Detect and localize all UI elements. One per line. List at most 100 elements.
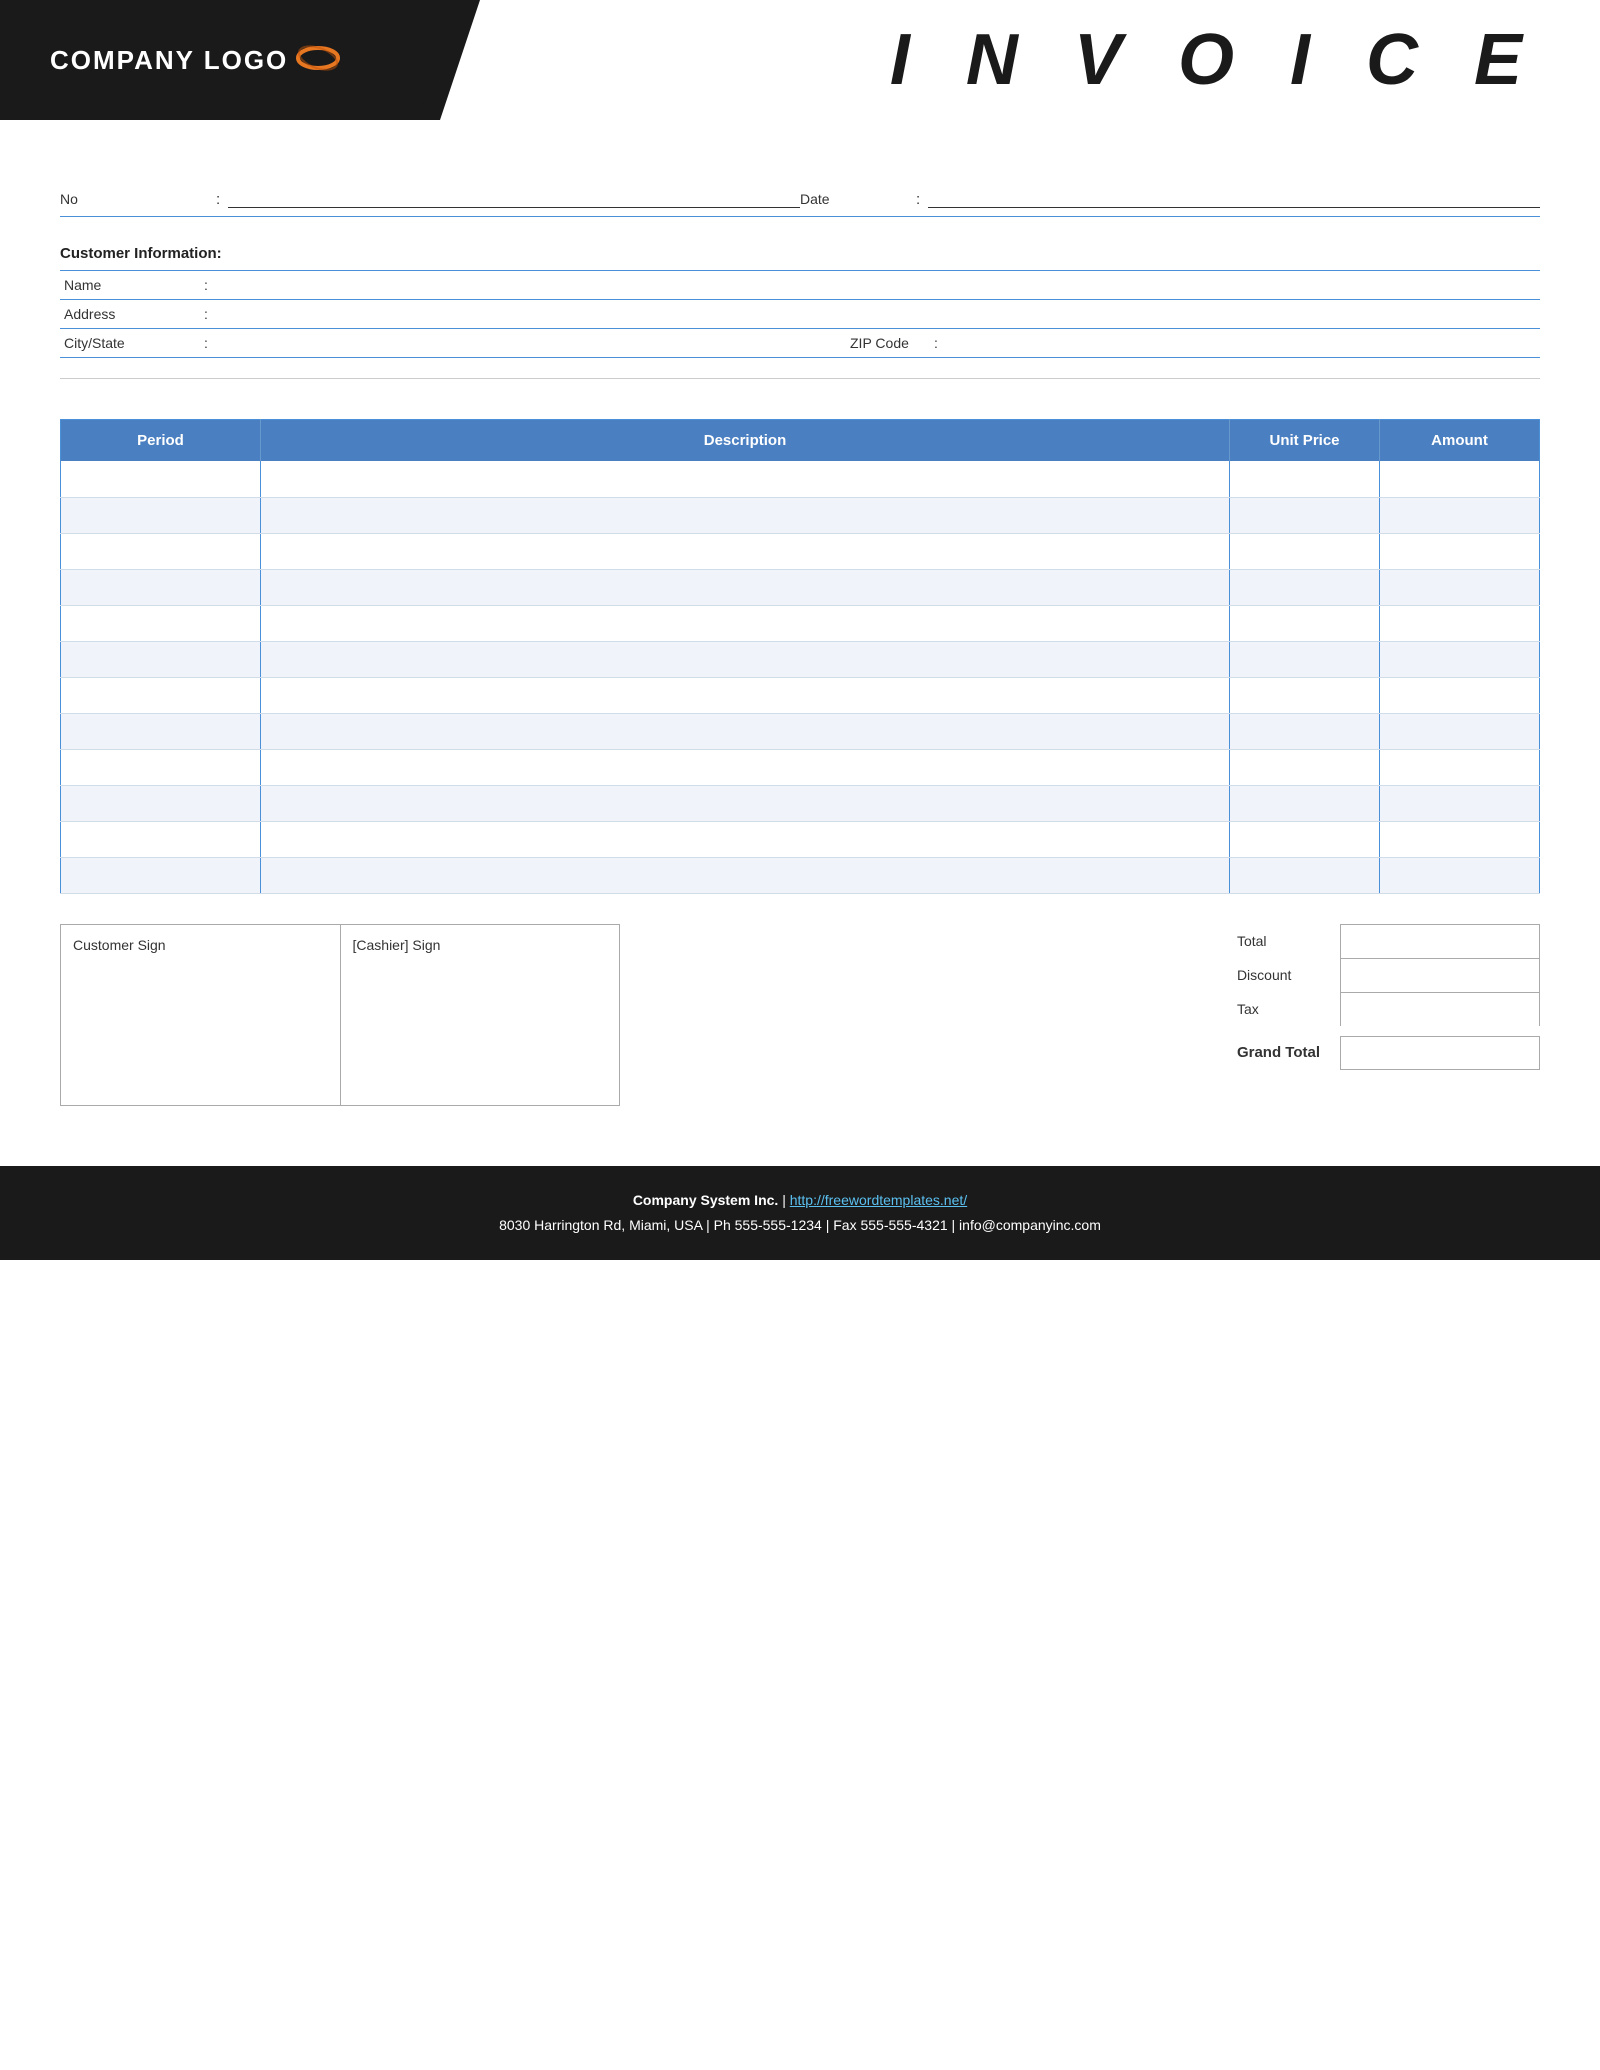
city-label: City/State (60, 329, 200, 358)
table-row (61, 569, 1540, 605)
cell-description-3 (261, 569, 1230, 605)
customer-separator (60, 378, 1540, 379)
header: COMPANY LOGO I N V O I C E (0, 0, 1600, 120)
cell-unit_price-11 (1230, 857, 1380, 893)
cell-unit_price-2 (1230, 533, 1380, 569)
cell-description-7 (261, 713, 1230, 749)
cell-unit_price-6 (1230, 677, 1380, 713)
cell-description-8 (261, 749, 1230, 785)
cell-amount-5 (1380, 641, 1540, 677)
cashier-sign-box: [Cashier] Sign (341, 925, 620, 1105)
cell-unit_price-4 (1230, 605, 1380, 641)
items-section: Period Description Unit Price Amount (60, 419, 1540, 894)
customer-section-title: Customer Information: (60, 245, 1540, 262)
cell-description-10 (261, 821, 1230, 857)
cell-description-1 (261, 497, 1230, 533)
cell-amount-1 (1380, 497, 1540, 533)
bottom-section: Customer Sign [Cashier] Sign Total Disco… (60, 924, 1540, 1106)
cell-amount-6 (1380, 677, 1540, 713)
col-period-header: Period (61, 420, 261, 462)
cell-amount-9 (1380, 785, 1540, 821)
company-logo-text: COMPANY LOGO (50, 45, 288, 76)
grand-total-label-row: Grand Total (1237, 1036, 1320, 1070)
discount-label-row: Discount (1237, 958, 1320, 992)
total-value-box (1340, 924, 1540, 958)
top-fields: No : Date : (60, 190, 1540, 217)
date-colon: : (916, 191, 920, 208)
cell-period-2 (61, 533, 261, 569)
customer-city-row: City/State : ZIP Code : (60, 329, 1540, 358)
main-content: No : Date : Customer Information: Name :… (0, 120, 1600, 1106)
cashier-sign-label: [Cashier] Sign (353, 937, 441, 953)
footer-line1: Company System Inc. | http://freewordtem… (20, 1188, 1580, 1213)
cell-period-7 (61, 713, 261, 749)
cell-amount-7 (1380, 713, 1540, 749)
tax-value-box (1340, 992, 1540, 1026)
cell-amount-11 (1380, 857, 1540, 893)
cell-unit_price-8 (1230, 749, 1380, 785)
cell-period-8 (61, 749, 261, 785)
totals-spacer (1237, 1026, 1320, 1036)
footer-line2: 8030 Harrington Rd, Miami, USA | Ph 555-… (20, 1213, 1580, 1238)
cell-amount-10 (1380, 821, 1540, 857)
cell-amount-3 (1380, 569, 1540, 605)
table-row (61, 497, 1540, 533)
discount-value-box (1340, 958, 1540, 992)
cell-period-5 (61, 641, 261, 677)
col-description-header: Description (261, 420, 1230, 462)
name-label: Name (60, 271, 200, 300)
cell-description-11 (261, 857, 1230, 893)
totals-box-spacer (1340, 1026, 1540, 1036)
cell-description-2 (261, 533, 1230, 569)
totals-area: Total Discount Tax Grand Total (1237, 924, 1540, 1070)
table-row (61, 821, 1540, 857)
name-colon: : (200, 271, 220, 300)
tax-label-row: Tax (1237, 992, 1320, 1026)
cell-description-6 (261, 677, 1230, 713)
totals-labels: Total Discount Tax Grand Total (1237, 924, 1340, 1070)
cell-description-5 (261, 641, 1230, 677)
cell-period-11 (61, 857, 261, 893)
cell-period-0 (61, 461, 261, 497)
cell-unit_price-0 (1230, 461, 1380, 497)
cell-unit_price-9 (1230, 785, 1380, 821)
table-row (61, 785, 1540, 821)
no-label: No (60, 191, 120, 207)
zip-colon: : (930, 329, 950, 358)
total-label: Total (1237, 933, 1267, 949)
totals-boxes (1340, 924, 1540, 1070)
table-row (61, 461, 1540, 497)
table-row (61, 749, 1540, 785)
address-value (220, 300, 950, 329)
date-value-line (928, 190, 1540, 208)
cell-period-6 (61, 677, 261, 713)
customer-sign-label: Customer Sign (73, 937, 166, 953)
logo-swoosh-icon (296, 43, 340, 77)
no-field-group: No : (60, 190, 800, 208)
total-label-row: Total (1237, 924, 1320, 958)
grand-total-value-box (1340, 1036, 1540, 1070)
items-table: Period Description Unit Price Amount (60, 419, 1540, 894)
date-label: Date (800, 191, 860, 207)
table-row (61, 533, 1540, 569)
address-colon: : (200, 300, 220, 329)
cell-amount-0 (1380, 461, 1540, 497)
city-value (220, 329, 810, 358)
table-row (61, 605, 1540, 641)
address-label: Address (60, 300, 200, 329)
table-row (61, 641, 1540, 677)
cell-amount-8 (1380, 749, 1540, 785)
footer-website-link[interactable]: http://freewordtemplates.net/ (790, 1192, 967, 1208)
name-value (220, 271, 950, 300)
table-row (61, 857, 1540, 893)
zip-value (950, 329, 1540, 358)
invoice-title-area: I N V O I C E (440, 0, 1600, 120)
cell-description-0 (261, 461, 1230, 497)
signatures-area: Customer Sign [Cashier] Sign (60, 924, 620, 1106)
cell-unit_price-3 (1230, 569, 1380, 605)
no-colon: : (216, 191, 220, 208)
cell-description-4 (261, 605, 1230, 641)
city-colon: : (200, 329, 220, 358)
col-unit-price-header: Unit Price (1230, 420, 1380, 462)
cell-period-4 (61, 605, 261, 641)
